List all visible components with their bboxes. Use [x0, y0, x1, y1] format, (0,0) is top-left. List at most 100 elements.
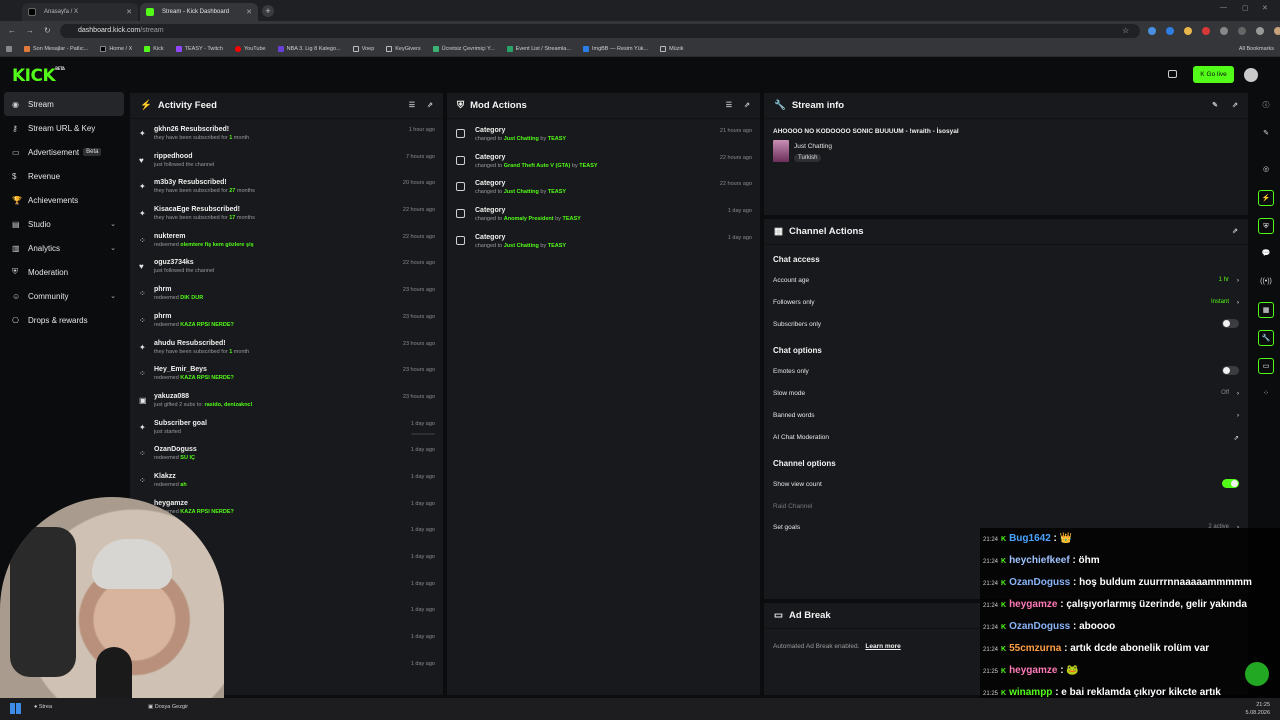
bookmark-item[interactable]: ImgBB — Resim Yük...	[582, 45, 648, 52]
sidebar-item-moderation[interactable]: ⛨ Moderation	[0, 260, 128, 284]
sidebar-item-analytics[interactable]: ▥ Analytics ⌄	[0, 236, 128, 260]
all-bookmarks-button[interactable]: All Bookmarks	[1239, 46, 1274, 52]
popout-icon[interactable]: ⇗	[1232, 227, 1238, 235]
extension-icon[interactable]	[1148, 27, 1156, 35]
moderator-name[interactable]: TEASY	[548, 189, 566, 195]
ai-chat-moderation-row[interactable]: AI Chat Moderation ⇗	[773, 434, 1239, 442]
activity-username[interactable]: yakuza088	[154, 390, 443, 400]
chat-username[interactable]: Bug1642	[1009, 533, 1051, 544]
category-link[interactable]: Just Chatting	[504, 136, 539, 142]
extension-icon[interactable]	[1256, 27, 1264, 35]
activity-username[interactable]: m3b3y Resubscribed!	[154, 176, 443, 186]
category-link[interactable]: Grand Theft Auto V (GTA)	[504, 163, 571, 169]
category-link[interactable]: Just Chatting	[504, 189, 539, 195]
star-icon[interactable]: ☆	[1122, 26, 1129, 35]
sidebar-item-stream[interactable]: ◉ Stream	[4, 92, 124, 116]
chat-username[interactable]: heygamze	[1009, 599, 1057, 610]
followers-only-row[interactable]: Followers only Instant ›	[773, 299, 1239, 306]
info-icon[interactable]: ⓘ	[1258, 98, 1274, 114]
banned-words-row[interactable]: Banned words ›	[773, 412, 1239, 419]
minimize-icon[interactable]: —	[1220, 4, 1227, 11]
category-link[interactable]: Anomaly President	[504, 216, 554, 222]
bookmark-item[interactable]	[6, 45, 12, 52]
activity-username[interactable]: Hey_Emir_Beys	[154, 363, 443, 373]
calendar-icon[interactable]: ▦	[1258, 302, 1274, 318]
bookmark-item[interactable]: Müzik	[660, 45, 683, 52]
chat-username[interactable]: 55cmzurna	[1009, 643, 1061, 654]
popout-icon[interactable]: ⇗	[744, 101, 750, 109]
learn-more-link[interactable]: Learn more	[865, 643, 900, 650]
popout-icon[interactable]: ⇗	[1232, 101, 1238, 109]
address-bar[interactable]: dashboard.kick.com/stream	[60, 24, 1140, 38]
file-explorer-taskbar-item[interactable]: ▣ Dosya Gezgir	[148, 704, 188, 710]
activity-username[interactable]: nukterem	[154, 230, 443, 240]
bookmark-item[interactable]: Kick	[144, 45, 164, 52]
reload-icon[interactable]: ↻	[44, 26, 51, 35]
extension-icon[interactable]	[1184, 27, 1192, 35]
bookmark-item[interactable]: Event List / Streamla...	[506, 45, 571, 52]
sidebar-item-achievements[interactable]: 🏆 Achievements	[0, 188, 128, 212]
chat-bubble-icon[interactable]	[1245, 662, 1269, 686]
tab-x-home[interactable]: Anasayfa / X ✕	[22, 3, 138, 21]
tab-kick-dashboard[interactable]: Stream - Kick Dashboard ✕	[140, 3, 258, 21]
chat-username[interactable]: winampp	[1009, 687, 1052, 698]
bookmark-item[interactable]: Ücretsiz Çevrimiçi Y...	[432, 45, 495, 52]
sidebar-item-drops[interactable]: ⎔ Drops & rewards	[0, 308, 128, 332]
go-live-button[interactable]: K Go live	[1193, 66, 1234, 83]
account-age-row[interactable]: Account age 1 hr ›	[773, 277, 1239, 284]
emotes-only-toggle[interactable]	[1222, 366, 1239, 375]
raid-channel-row[interactable]: Raid Channel	[773, 503, 1239, 510]
ad-icon[interactable]: ▭	[1258, 358, 1274, 374]
chat-username[interactable]: heygamze	[1009, 665, 1057, 676]
bookmark-item[interactable]: Home / X	[100, 45, 132, 52]
moderator-name[interactable]: TEASY	[548, 136, 566, 142]
bookmark-item[interactable]: Son Mesajlar - Patlıc...	[24, 45, 88, 52]
chrome-taskbar-item[interactable]: ● Strea	[34, 704, 52, 710]
sidebar-item-revenue[interactable]: $ Revenue	[0, 164, 128, 188]
pencil-icon[interactable]: ✎	[1258, 126, 1274, 142]
maximize-icon[interactable]: ▢	[1242, 4, 1249, 12]
bookmark-item[interactable]: Voep	[352, 45, 374, 52]
moderator-name[interactable]: TEASY	[562, 216, 580, 222]
forward-icon[interactable]: →	[26, 26, 34, 35]
activity-username[interactable]: phrm	[154, 310, 443, 320]
activity-username[interactable]: Klakzz	[154, 470, 443, 480]
edit-icon[interactable]: ✎	[1212, 101, 1218, 109]
windows-start-icon[interactable]	[10, 703, 21, 714]
activity-username[interactable]: KisacaEge Resubscribed!	[154, 203, 443, 213]
sidebar-item-community[interactable]: ☺ Community ⌄	[0, 284, 128, 308]
user-avatar[interactable]	[1244, 68, 1258, 82]
filter-icon[interactable]: ☰	[726, 101, 732, 109]
new-tab-button[interactable]: +	[262, 5, 274, 17]
activity-username[interactable]	[154, 523, 443, 526]
bookmark-item[interactable]: YouTube	[234, 45, 266, 52]
profile-avatar-icon[interactable]	[1274, 27, 1280, 35]
activity-username[interactable]: gkhn26 Resubscribed!	[154, 123, 443, 133]
slow-mode-row[interactable]: Slow mode Off ›	[773, 390, 1239, 397]
show-view-count-toggle[interactable]	[1222, 479, 1239, 488]
popout-icon[interactable]: ⇗	[427, 101, 433, 109]
chat-username[interactable]: heychiefkeef	[1009, 555, 1070, 566]
extension-icon[interactable]	[1220, 27, 1228, 35]
activity-username[interactable]: heygamze	[154, 497, 443, 507]
close-icon[interactable]: ✕	[246, 8, 252, 16]
chat-icon[interactable]: 💬	[1258, 246, 1274, 262]
extension-icon[interactable]	[1202, 27, 1210, 35]
broadcast-icon[interactable]: ((•))	[1258, 274, 1274, 290]
chat-username[interactable]: OzanDoguss	[1009, 577, 1070, 588]
extension-icon[interactable]	[1166, 27, 1174, 35]
moderator-name[interactable]: TEASY	[579, 163, 597, 169]
chat-username[interactable]: OzanDoguss	[1009, 621, 1070, 632]
sidebar-item-advertisement[interactable]: ▭ Advertisement Beta	[0, 140, 128, 164]
close-window-icon[interactable]: ✕	[1262, 4, 1268, 12]
lightning-icon[interactable]: ⚡	[1258, 190, 1274, 206]
category-link[interactable]: Just Chatting	[504, 243, 539, 249]
sidebar-item-stream-url-key[interactable]: ⚷ Stream URL & Key	[0, 116, 128, 140]
bookmark-item[interactable]: NBA 3. Lig 8 Katego...	[277, 45, 341, 52]
close-icon[interactable]: ✕	[126, 8, 132, 16]
back-icon[interactable]: ←	[8, 26, 16, 35]
theater-mode-icon[interactable]	[1168, 70, 1177, 78]
bookmark-item[interactable]: TEASY - Twitch	[175, 45, 223, 52]
record-icon[interactable]: ◎	[1258, 162, 1274, 178]
activity-username[interactable]: phrm	[154, 283, 443, 293]
